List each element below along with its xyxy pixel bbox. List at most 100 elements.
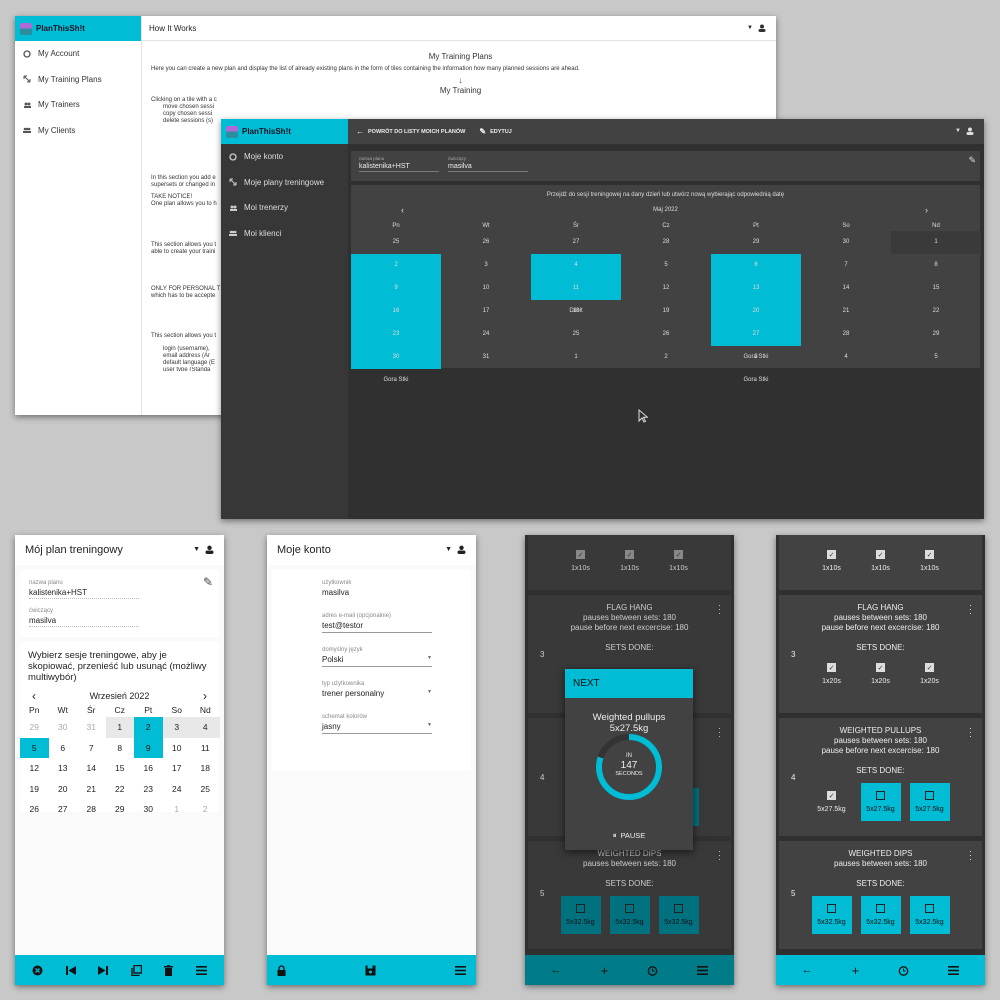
- pencil-icon[interactable]: ✎: [968, 155, 976, 166]
- caret-down-icon[interactable]: ▼: [445, 546, 452, 553]
- calendar-day[interactable]: 30 Gora Stki: [351, 346, 441, 383]
- more-vert-icon[interactable]: · · ·: [969, 601, 972, 618]
- calendar-day[interactable]: 17: [441, 300, 531, 323]
- calendar-day[interactable]: 13Dilolt: [711, 277, 801, 314]
- calendar-day[interactable]: 13: [49, 758, 78, 779]
- calendar-day[interactable]: 3: [441, 254, 531, 277]
- calendar-day[interactable]: 26: [20, 799, 49, 820]
- set-button[interactable]: 5x32.5kg: [609, 896, 650, 934]
- calendar-day[interactable]: 1: [105, 717, 134, 738]
- pause-button[interactable]: ⏸ PAUSE: [565, 831, 693, 841]
- caret-down-icon[interactable]: ▼: [193, 546, 200, 553]
- add-icon[interactable]: +: [601, 963, 609, 978]
- set-button[interactable]: 5x32.5kg: [909, 896, 950, 934]
- calendar-day[interactable]: 5: [621, 254, 711, 277]
- email-field[interactable]: adres e-mail (opcjonalnie) test@testor: [322, 613, 432, 633]
- calendar-day[interactable]: 28: [77, 799, 106, 820]
- lock-icon[interactable]: [277, 964, 286, 976]
- caret-down-icon[interactable]: ▼: [955, 128, 961, 134]
- calendar-day[interactable]: 23: [134, 779, 163, 800]
- calendar-day[interactable]: 27: [531, 231, 621, 254]
- user-type-select[interactable]: typ użytkownika trener personalny ▼: [322, 681, 432, 700]
- add-icon[interactable]: +: [852, 963, 860, 978]
- set-item[interactable]: ✓ 1x20s: [807, 655, 856, 693]
- more-vert-icon[interactable]: · · ·: [718, 601, 721, 618]
- calendar-day[interactable]: 28: [621, 231, 711, 254]
- prev-month-button[interactable]: ‹: [32, 689, 36, 703]
- trainee-field[interactable]: ćwiczący masilva: [448, 156, 528, 172]
- menu-icon[interactable]: [948, 965, 960, 975]
- calendar-day[interactable]: 25: [191, 779, 220, 800]
- sidebar-item-account[interactable]: Moje konto: [221, 144, 348, 170]
- next-month-button[interactable]: ›: [925, 205, 928, 215]
- calendar-day[interactable]: 12: [20, 758, 49, 779]
- calendar-day[interactable]: 27 Gora Stki: [711, 323, 801, 360]
- set-button[interactable]: 5x32.5kg: [860, 896, 901, 934]
- calendar-day[interactable]: 11: [191, 738, 220, 759]
- delete-icon[interactable]: [164, 964, 174, 976]
- calendar-day[interactable]: 1: [891, 231, 981, 254]
- set-item[interactable]: ✓ 1x10s: [654, 541, 703, 581]
- calendar-day[interactable]: 10: [163, 738, 192, 759]
- next-month-button[interactable]: ›: [203, 689, 207, 703]
- calendar-day[interactable]: 24: [441, 323, 531, 346]
- calendar-day[interactable]: 23Gora Stki: [351, 323, 441, 360]
- calendar-day[interactable]: 17: [163, 758, 192, 779]
- calendar-day[interactable]: 1: [163, 799, 192, 820]
- sidebar-item-plans[interactable]: My Training Plans: [15, 67, 141, 93]
- arrow-back-icon[interactable]: ←: [551, 964, 562, 976]
- copy-icon[interactable]: [131, 964, 142, 976]
- calendar-day[interactable]: 29: [106, 799, 135, 820]
- user-icon[interactable]: [205, 545, 214, 554]
- calendar-day[interactable]: 1: [531, 346, 621, 369]
- save-icon[interactable]: [365, 965, 376, 976]
- calendar-day[interactable]: 26: [441, 231, 531, 254]
- calendar-day[interactable]: 25: [351, 231, 441, 254]
- calendar-day[interactable]: 18: [531, 300, 621, 323]
- more-vert-icon[interactable]: · · ·: [718, 847, 721, 864]
- calendar-day[interactable]: 15: [106, 758, 135, 779]
- calendar-day[interactable]: 22: [891, 300, 981, 323]
- calendar-day[interactable]: 25: [531, 323, 621, 346]
- calendar-day[interactable]: 16: [134, 758, 163, 779]
- calendar-day[interactable]: 10: [441, 277, 531, 300]
- menu-icon[interactable]: [195, 965, 207, 975]
- set-item[interactable]: ✓ 5x27.5kg: [812, 783, 852, 821]
- caret-down-icon[interactable]: ▼: [747, 25, 753, 31]
- calendar-day[interactable]: 4: [801, 346, 891, 369]
- menu-icon[interactable]: [455, 965, 466, 975]
- arrow-back-icon[interactable]: ←: [802, 964, 813, 976]
- sidebar-item-clients[interactable]: My Clients: [15, 118, 141, 144]
- calendar-day[interactable]: 20: [49, 779, 78, 800]
- calendar-day[interactable]: 19: [20, 779, 49, 800]
- calendar-day[interactable]: 18: [191, 758, 220, 779]
- calendar-day[interactable]: 11 Dilolt: [531, 277, 621, 314]
- calendar-day[interactable]: 30: [134, 799, 163, 820]
- brand[interactable]: PlanThisSh!t: [221, 119, 348, 144]
- alarm-icon[interactable]: [898, 965, 909, 976]
- calendar-day[interactable]: 30: [801, 231, 891, 254]
- plan-name-field[interactable]: nazwa planu kalistenika+HST: [359, 156, 439, 172]
- calendar-day[interactable]: 2: [621, 346, 711, 369]
- calendar-day[interactable]: 6: [49, 738, 78, 759]
- calendar-day[interactable]: 21: [801, 300, 891, 323]
- skip-next-icon[interactable]: [98, 965, 109, 975]
- sidebar-item-trainers[interactable]: My Trainers: [15, 92, 141, 118]
- calendar-day[interactable]: 15: [891, 277, 981, 300]
- calendar-day[interactable]: 28: [801, 323, 891, 346]
- calendar-day[interactable]: 31: [441, 346, 531, 369]
- calendar-day[interactable]: 14: [801, 277, 891, 300]
- calendar-day[interactable]: 7: [77, 738, 106, 759]
- sidebar-item-plans[interactable]: Moje plany treningowe: [221, 170, 348, 196]
- sidebar-item-clients[interactable]: Moi klienci: [221, 221, 348, 247]
- calendar-day[interactable]: 24: [163, 779, 192, 800]
- calendar-day[interactable]: 9Dilolt: [351, 277, 441, 314]
- calendar-day[interactable]: 5: [20, 737, 49, 758]
- calendar-day[interactable]: 27: [49, 799, 78, 820]
- set-item[interactable]: ✓ 1x20s: [905, 655, 954, 693]
- color-scheme-select[interactable]: schemat kolorów jasny ▼: [322, 714, 432, 734]
- calendar-day[interactable]: 29: [711, 231, 801, 254]
- calendar-day[interactable]: 14: [77, 758, 106, 779]
- brand[interactable]: PlanThisSh!t: [15, 16, 141, 41]
- calendar-day[interactable]: 22: [106, 779, 135, 800]
